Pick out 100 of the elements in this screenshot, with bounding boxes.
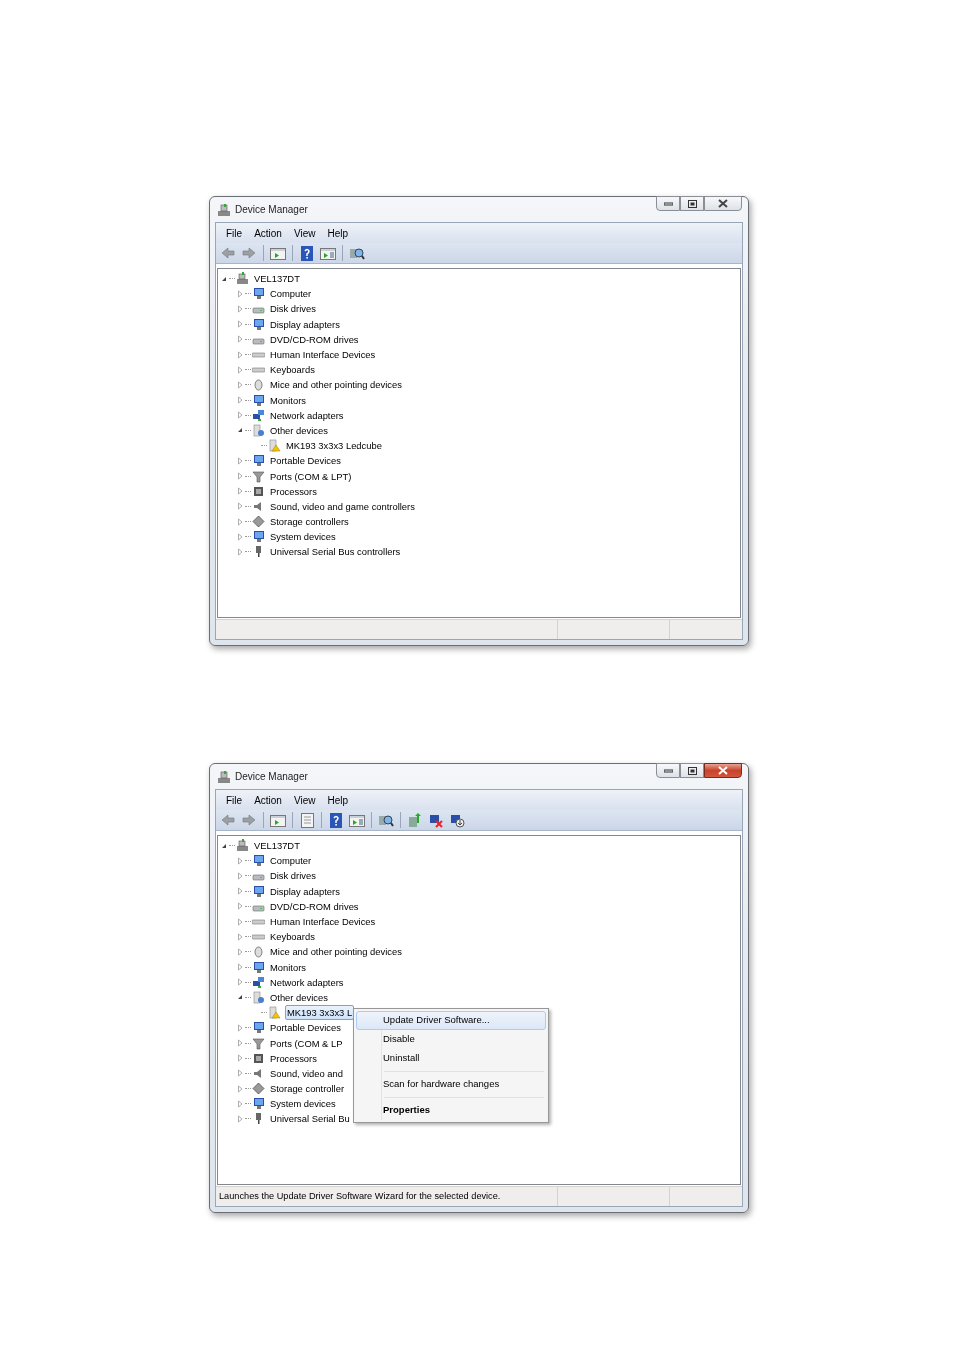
tree-item[interactable]: Display adapters xyxy=(269,317,341,331)
tree-item[interactable]: Storage controller xyxy=(269,1082,345,1096)
expand-icon[interactable] xyxy=(236,1023,244,1032)
chip-icon xyxy=(252,1051,265,1065)
tree-item[interactable]: Processors xyxy=(269,484,318,498)
expand-icon[interactable] xyxy=(236,902,244,911)
expand-icon[interactable] xyxy=(236,978,244,987)
tree-item[interactable]: VEL137DT xyxy=(253,839,301,853)
expand-icon[interactable] xyxy=(236,963,244,972)
expand-icon[interactable] xyxy=(236,547,244,556)
tree-item[interactable]: Monitors xyxy=(269,960,307,974)
tree-item[interactable]: Display adapters xyxy=(269,884,341,898)
expand-icon[interactable] xyxy=(236,532,244,541)
close-button[interactable] xyxy=(704,763,742,778)
expand-icon[interactable] xyxy=(236,502,244,511)
expand-icon[interactable] xyxy=(236,932,244,941)
tree-item[interactable]: Other devices xyxy=(269,423,329,437)
forward-button[interactable] xyxy=(240,811,258,829)
tree-item[interactable]: Processors xyxy=(269,1051,318,1065)
close-button[interactable] xyxy=(704,196,742,211)
tree-item[interactable]: Network adapters xyxy=(269,408,345,422)
tree-item[interactable]: Sound, video and xyxy=(269,1066,344,1080)
menu-item[interactable]: Help xyxy=(321,792,354,808)
expand-icon[interactable] xyxy=(236,1114,244,1123)
tree-item[interactable]: Other devices xyxy=(269,990,329,1004)
tree-item[interactable]: Storage controllers xyxy=(269,515,350,529)
tree-item[interactable]: MK193 3x3x3 Ledcube xyxy=(285,439,383,453)
tree-item[interactable]: System devices xyxy=(269,1097,337,1111)
tree-item[interactable]: VEL137DT xyxy=(253,272,301,286)
tree-item[interactable]: Monitors xyxy=(269,393,307,407)
menu-item[interactable]: View xyxy=(287,792,322,808)
maximize-icon xyxy=(687,766,697,775)
menu-item[interactable]: Action xyxy=(248,792,288,808)
tree-item[interactable]: Ports (COM & LP xyxy=(269,1036,344,1050)
help-button[interactable] xyxy=(327,811,345,829)
menu-item[interactable]: Uninstall xyxy=(356,1049,546,1068)
help-button[interactable] xyxy=(298,244,316,262)
expand-icon[interactable] xyxy=(236,1069,244,1078)
tree-item[interactable]: Keyboards xyxy=(269,363,316,377)
menu-item[interactable]: Properties xyxy=(356,1101,546,1120)
menu-item[interactable]: Scan for hardware changes xyxy=(356,1075,546,1094)
expand-icon[interactable] xyxy=(236,365,244,374)
tree-item[interactable]: Disk drives xyxy=(269,869,317,883)
menu-item[interactable]: Disable xyxy=(356,1030,546,1049)
collapse-icon[interactable] xyxy=(236,993,244,1002)
expand-icon[interactable] xyxy=(236,304,244,313)
expand-icon[interactable] xyxy=(236,396,244,405)
back-button[interactable] xyxy=(219,244,237,262)
expand-icon[interactable] xyxy=(236,887,244,896)
expand-icon[interactable] xyxy=(236,487,244,496)
tree-item[interactable]: Universal Serial Bus controllers xyxy=(269,545,402,559)
maximize-button[interactable] xyxy=(680,763,704,778)
tree-item[interactable]: Sound, video and game controllers xyxy=(269,499,416,513)
tree-item[interactable]: Keyboards xyxy=(269,930,316,944)
menu-item[interactable]: File xyxy=(220,792,249,808)
tree-item[interactable]: Mice and other pointing devices xyxy=(269,378,403,392)
expand-icon[interactable] xyxy=(236,380,244,389)
expand-icon[interactable] xyxy=(236,917,244,926)
tree-item[interactable]: Portable Devices xyxy=(269,1021,342,1035)
tree-item[interactable]: Portable Devices xyxy=(269,454,342,468)
expand-icon[interactable] xyxy=(236,335,244,344)
maximize-button[interactable] xyxy=(680,196,704,211)
menu-item[interactable]: Update Driver Software... xyxy=(356,1011,546,1030)
menu-item[interactable]: File xyxy=(220,225,249,241)
tree-item[interactable]: Mice and other pointing devices xyxy=(269,945,403,959)
expand-icon[interactable] xyxy=(236,1039,244,1048)
tree-item[interactable]: System devices xyxy=(269,530,337,544)
expand-icon[interactable] xyxy=(236,856,244,865)
expand-icon[interactable] xyxy=(236,517,244,526)
tree-item[interactable]: Universal Serial Bu xyxy=(269,1112,351,1126)
tree-item[interactable]: Human Interface Devices xyxy=(269,915,377,929)
expand-icon[interactable] xyxy=(236,947,244,956)
expand-icon[interactable] xyxy=(236,320,244,329)
tree-item[interactable]: Computer xyxy=(269,287,313,301)
tree-item[interactable]: Human Interface Devices xyxy=(269,348,377,362)
collapse-icon[interactable] xyxy=(236,426,244,435)
menu-item[interactable]: Action xyxy=(248,225,288,241)
tree-item[interactable]: Ports (COM & LPT) xyxy=(269,469,353,483)
tree-item[interactable]: Computer xyxy=(269,854,313,868)
tree-item[interactable]: DVD/CD-ROM drives xyxy=(269,332,360,346)
expand-icon[interactable] xyxy=(236,871,244,880)
tree-item[interactable]: Network adapters xyxy=(269,975,345,989)
properties-button[interactable] xyxy=(298,811,316,829)
tree-item[interactable]: Disk drives xyxy=(269,302,317,316)
expand-icon[interactable] xyxy=(236,1099,244,1108)
expand-icon[interactable] xyxy=(236,456,244,465)
forward-button[interactable] xyxy=(240,244,258,262)
minimize-icon xyxy=(663,201,673,206)
menu-item[interactable]: Help xyxy=(321,225,354,241)
tree-item[interactable]: MK193 3x3x3 L xyxy=(285,1005,355,1021)
port-icon xyxy=(252,1036,265,1050)
expand-icon[interactable] xyxy=(236,1054,244,1063)
back-button[interactable] xyxy=(219,811,237,829)
menu-item[interactable]: View xyxy=(287,225,322,241)
expand-icon[interactable] xyxy=(236,1084,244,1093)
expand-icon[interactable] xyxy=(236,289,244,298)
expand-icon[interactable] xyxy=(236,411,244,420)
tree-item[interactable]: DVD/CD-ROM drives xyxy=(269,899,360,913)
expand-icon[interactable] xyxy=(236,472,244,481)
expand-icon[interactable] xyxy=(236,350,244,359)
